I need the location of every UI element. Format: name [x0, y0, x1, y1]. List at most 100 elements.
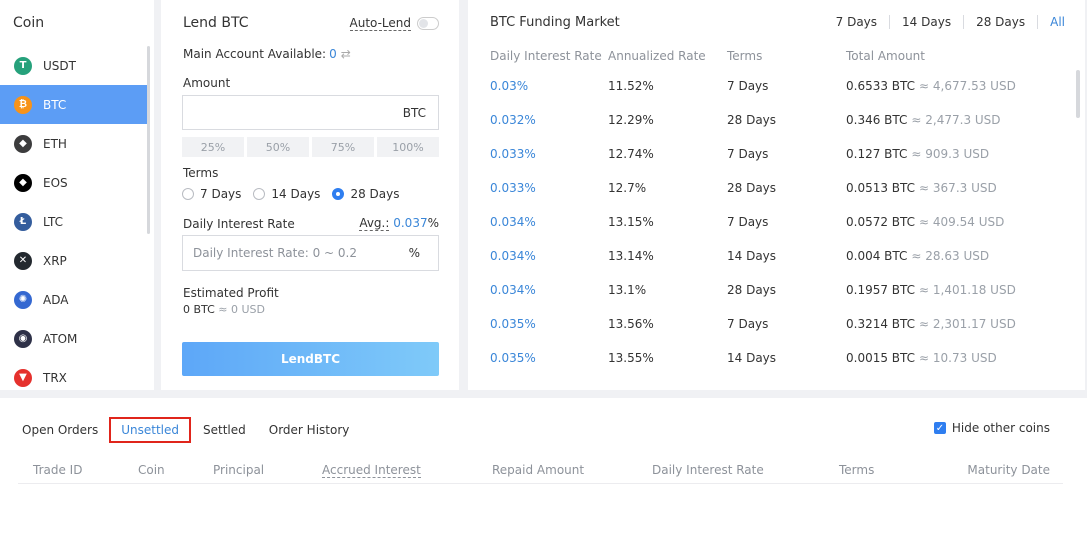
filter-7-days[interactable]: 7 Days: [824, 15, 891, 29]
column-header: Repaid Amount: [492, 463, 585, 477]
estimated-btc: 0 BTC: [183, 303, 215, 316]
orders-table-header: Trade ID Coin Principal Accrued Interest…: [18, 454, 1063, 484]
market-row[interactable]: 0.033% 12.74% 7 Days 0.127 BTC ≈ 909.3 USD: [490, 147, 1060, 181]
tab-order-history[interactable]: Order History: [269, 419, 350, 441]
amount-btc: 0.127 BTC: [846, 147, 908, 161]
auto-lend-label[interactable]: Auto-Lend: [349, 16, 411, 31]
amount-btc: 0.6533 BTC: [846, 79, 916, 93]
rate-cell[interactable]: 0.034%: [490, 283, 536, 297]
rate-cell[interactable]: 0.034%: [490, 215, 536, 229]
coin-item-trx[interactable]: ▼ TRX: [0, 358, 147, 390]
market-row[interactable]: 0.034% 13.14% 14 Days 0.004 BTC ≈ 28.63 USD: [490, 249, 1060, 283]
percent-50-button[interactable]: 50%: [247, 137, 309, 157]
daily-rate-unit: %: [408, 246, 420, 260]
coin-item-eos[interactable]: ◆ EOS: [0, 163, 147, 202]
avg-value[interactable]: 0.037: [393, 216, 427, 230]
rate-cell[interactable]: 0.034%: [490, 249, 536, 263]
daily-rate-input[interactable]: Daily Interest Rate: 0 ~ 0.2 %: [182, 235, 439, 271]
percent-25-button[interactable]: 25%: [182, 137, 244, 157]
radio-icon[interactable]: [182, 188, 194, 200]
amount-usd: ≈ 909.3 USD: [911, 147, 990, 161]
rate-cell[interactable]: 0.032%: [490, 113, 536, 127]
coin-label: XRP: [43, 253, 67, 268]
term-label: 28 Days: [350, 187, 400, 201]
ltc-icon: Ł: [14, 212, 32, 231]
amount-input[interactable]: BTC: [182, 95, 439, 130]
tab-open-orders[interactable]: Open Orders: [22, 419, 98, 441]
coin-list: T USDT ₿ BTC ◆ ETH ◆ EOS Ł LTC ✕ XRP ✺ ADA ◉ ATOM ▼ TRX: [0, 46, 147, 390]
filter-28-days[interactable]: 28 Days: [964, 15, 1039, 29]
column-header[interactable]: Accrued Interest: [322, 463, 421, 478]
market-row[interactable]: 0.035% 13.55% 14 Days 0.0015 BTC ≈ 10.73 USD: [490, 351, 1060, 385]
market-scrollbar[interactable]: [1076, 70, 1080, 118]
lend-button[interactable]: LendBTC: [182, 342, 439, 376]
percent-100-button[interactable]: 100%: [377, 137, 439, 157]
term-7-days-option[interactable]: 7 Days: [182, 187, 241, 201]
hide-other-coins[interactable]: ✓ Hide other coins: [933, 421, 1050, 435]
amount-usd: ≈ 4,677.53 USD: [919, 79, 1016, 93]
total-amount-cell: 0.127 BTC ≈ 909.3 USD: [846, 147, 989, 161]
annualized-cell: 12.29%: [608, 113, 654, 127]
available-value: 0: [329, 47, 337, 61]
market-row[interactable]: 0.033% 12.7% 28 Days 0.0513 BTC ≈ 367.3 USD: [490, 181, 1060, 215]
radio-checked-icon[interactable]: [332, 188, 345, 200]
coin-item-ltc[interactable]: Ł LTC: [0, 202, 147, 241]
terms-cell: 7 Days: [727, 317, 769, 331]
terms-cell: 28 Days: [727, 113, 777, 127]
lend-title: Lend BTC: [183, 15, 249, 31]
amount-usd: ≈ 10.73 USD: [919, 351, 997, 365]
orders-tabs: Open Orders Unsettled Settled Order Hist…: [22, 417, 372, 443]
ada-icon: ✺: [14, 290, 32, 309]
coin-item-eth[interactable]: ◆ ETH: [0, 124, 147, 163]
amount-unit: BTC: [402, 106, 426, 120]
available-label: Main Account Available:: [183, 47, 327, 61]
coin-item-btc[interactable]: ₿ BTC: [0, 85, 147, 124]
amount-usd: ≈ 367.3 USD: [919, 181, 997, 195]
radio-icon[interactable]: [253, 188, 266, 200]
column-header: Daily Interest Rate: [652, 463, 764, 477]
annualized-cell: 13.55%: [608, 351, 654, 365]
usdt-icon: T: [14, 56, 32, 75]
market-row[interactable]: 0.035% 13.56% 7 Days 0.3214 BTC ≈ 2,301.17 U…: [490, 317, 1060, 351]
rate-cell[interactable]: 0.033%: [490, 181, 536, 195]
eos-icon: ◆: [14, 173, 32, 192]
column-header: Maturity Date: [967, 463, 1050, 477]
atom-icon: ◉: [14, 329, 32, 348]
rate-cell[interactable]: 0.033%: [490, 147, 536, 161]
market-row[interactable]: 0.03% 11.52% 7 Days 0.6533 BTC ≈ 4,677.53 US…: [490, 79, 1060, 113]
filter-all[interactable]: All: [1038, 15, 1065, 29]
coin-item-usdt[interactable]: T USDT: [0, 46, 147, 85]
total-amount-cell: 0.3214 BTC ≈ 2,301.17 USD: [846, 317, 1016, 331]
coin-label: BTC: [43, 97, 67, 112]
coin-item-atom[interactable]: ◉ ATOM: [0, 319, 147, 358]
filter-14-days[interactable]: 14 Days: [890, 15, 965, 29]
auto-lend-toggle[interactable]: [417, 17, 439, 30]
column-header: Principal: [213, 463, 265, 477]
percent-buttons: 25% 50% 75% 100%: [182, 137, 439, 157]
column-header: Trade ID: [33, 463, 83, 477]
rate-cell[interactable]: 0.035%: [490, 351, 536, 365]
market-row[interactable]: 0.032% 12.29% 28 Days 0.346 BTC ≈ 2,477.3 US…: [490, 113, 1060, 147]
coin-item-ada[interactable]: ✺ ADA: [0, 280, 147, 319]
orders-panel: Open Orders Unsettled Settled Order Hist…: [0, 398, 1087, 544]
percent-75-button[interactable]: 75%: [312, 137, 374, 157]
terms-cell: 28 Days: [727, 181, 777, 195]
annualized-cell: 13.14%: [608, 249, 654, 263]
market-row[interactable]: 0.034% 13.1% 28 Days 0.1957 BTC ≈ 1,401.18 U…: [490, 283, 1060, 317]
coin-list-scrollbar[interactable]: [147, 46, 150, 234]
coin-item-xrp[interactable]: ✕ XRP: [0, 241, 147, 280]
transfer-icon[interactable]: ⇄: [341, 47, 351, 61]
term-28-days-option[interactable]: 28 Days: [332, 187, 399, 201]
rate-cell[interactable]: 0.03%: [490, 79, 528, 93]
coin-label: LTC: [43, 214, 64, 229]
term-14-days-option[interactable]: 14 Days: [253, 187, 320, 201]
tab-settled[interactable]: Settled: [203, 419, 246, 441]
trx-icon: ▼: [14, 368, 32, 387]
rate-cell[interactable]: 0.035%: [490, 317, 536, 331]
toggle-knob: [419, 19, 428, 28]
market-row[interactable]: 0.034% 13.15% 7 Days 0.0572 BTC ≈ 409.54 USD: [490, 215, 1060, 249]
amount-btc: 0.004 BTC: [846, 249, 908, 263]
checkbox-checked-icon[interactable]: ✓: [933, 422, 946, 434]
btc-icon: ₿: [14, 95, 32, 114]
tab-unsettled[interactable]: Unsettled: [109, 417, 191, 443]
